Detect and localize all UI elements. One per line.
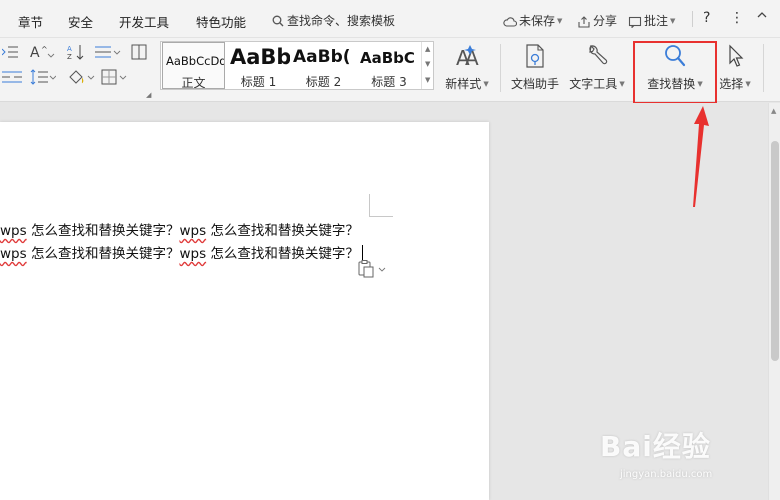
select-label: 选择 bbox=[719, 77, 744, 91]
style-sample: AaBbC bbox=[360, 49, 415, 67]
borders-icon[interactable] bbox=[101, 69, 127, 85]
style-gallery: AaBbCcDd 正文 AaBb 标题 1 AaBb( 标题 2 AaBbC 标… bbox=[160, 41, 434, 90]
new-style-icon: AA bbox=[440, 41, 494, 71]
new-style-label: 新样式 bbox=[445, 77, 482, 91]
style-label: 正文 bbox=[181, 76, 206, 89]
menu-chapter[interactable]: 章节 bbox=[18, 12, 43, 31]
divider bbox=[692, 11, 693, 27]
vertical-scrollbar[interactable]: ▲ bbox=[768, 103, 780, 500]
style-normal[interactable]: AaBbCcDd 正文 bbox=[162, 42, 225, 89]
misspelled-word: wps bbox=[179, 223, 207, 239]
style-label: 标题 2 bbox=[305, 75, 342, 89]
style-sample: AaBbCcDd bbox=[166, 54, 225, 68]
line-spacing-icon[interactable] bbox=[30, 69, 56, 85]
text-tools-label: 文字工具 bbox=[569, 77, 618, 91]
command-search-placeholder: 查找命令、搜索模板 bbox=[287, 14, 396, 28]
text-cursor bbox=[361, 245, 363, 260]
misspelled-word: wps bbox=[179, 246, 207, 262]
chevron-down-icon[interactable]: ▼ bbox=[425, 60, 430, 68]
chevron-down-icon: ▼ bbox=[483, 80, 489, 88]
chevron-up-icon[interactable]: ▲ bbox=[425, 45, 430, 53]
unsaved-label: 未保存 bbox=[519, 14, 556, 28]
text-run: 怎么查找和替换关键字？ bbox=[206, 246, 359, 262]
select-button[interactable]: 选择 ▼ bbox=[714, 41, 756, 92]
help-button[interactable]: ? bbox=[703, 10, 710, 26]
command-search[interactable]: 查找命令、搜索模板 bbox=[272, 12, 395, 29]
style-sample: AaBb( bbox=[293, 47, 351, 67]
misspelled-word: wps bbox=[0, 246, 27, 262]
watermark-url: jingyan.baidu.com bbox=[620, 469, 713, 480]
text-run: 怎么查找和替换关键字？ bbox=[206, 223, 359, 239]
chevron-down-icon: ▼ bbox=[670, 17, 676, 25]
document-text-line-2[interactable]: wps 怎么查找和替换关键字？wps 怎么查找和替换关键字？ bbox=[0, 242, 363, 262]
share-button[interactable]: 分享 bbox=[577, 12, 617, 29]
comment-icon bbox=[628, 16, 642, 29]
indent-icon[interactable] bbox=[2, 45, 18, 59]
style-label: 标题 3 bbox=[371, 75, 407, 89]
annotation-arrow bbox=[693, 106, 709, 207]
doc-helper-label: 文档助手 bbox=[510, 77, 559, 91]
paragraph-spacing-icon[interactable] bbox=[95, 45, 121, 59]
paste-options-icon[interactable] bbox=[357, 260, 387, 281]
watermark: Bai经验 jingyan.baidu.com bbox=[600, 425, 750, 485]
font-size-icon[interactable]: A ^ bbox=[30, 44, 56, 60]
svg-text:A: A bbox=[30, 45, 40, 60]
scroll-up-icon[interactable]: ▲ bbox=[771, 107, 776, 115]
chevron-down-icon: ▼ bbox=[745, 80, 751, 88]
search-icon bbox=[272, 15, 284, 27]
text-tools-button[interactable]: 文字工具 ▼ bbox=[566, 41, 628, 92]
chevron-down-icon: ▼ bbox=[557, 17, 563, 25]
expand-gallery-icon[interactable]: ▼ bbox=[425, 76, 430, 84]
menu-developer-tools[interactable]: 开发工具 bbox=[119, 12, 169, 31]
text-run: 怎么查找和替换关键字？ bbox=[26, 246, 180, 262]
new-style-button[interactable]: AA 新样式 ▼ bbox=[440, 41, 494, 92]
menu-bar: 章节 安全 开发工具 特色功能 查找命令、搜索模板 未保存 ▼ 分享 批注 ▼ ? … bbox=[0, 0, 780, 38]
svg-text:A: A bbox=[67, 45, 72, 53]
more-button[interactable]: ⋮ bbox=[730, 10, 744, 26]
table-border-icon[interactable] bbox=[131, 44, 147, 60]
svg-text:^: ^ bbox=[41, 45, 48, 54]
style-gallery-scroll[interactable]: ▲ ▼ ▼ bbox=[421, 42, 433, 89]
watermark-logo: Bai经验 bbox=[600, 430, 711, 463]
style-sample: AaBb bbox=[230, 45, 290, 69]
comment-button[interactable]: 批注 ▼ bbox=[628, 12, 675, 29]
style-heading-1[interactable]: AaBb 标题 1 bbox=[227, 42, 290, 89]
doc-helper-button[interactable]: 文档助手 bbox=[506, 41, 564, 92]
share-icon bbox=[578, 16, 590, 28]
chevron-up-icon bbox=[757, 12, 767, 18]
paragraph-dialog-launcher-icon[interactable]: ◢ bbox=[146, 91, 151, 99]
misspelled-word: wps bbox=[0, 223, 27, 239]
style-heading-3[interactable]: AaBbC 标题 3 bbox=[357, 42, 421, 89]
margin-marker bbox=[369, 194, 370, 216]
find-replace-highlight bbox=[633, 41, 717, 104]
menu-special-features[interactable]: 特色功能 bbox=[196, 12, 246, 31]
divider bbox=[500, 44, 501, 92]
cursor-arrow-icon bbox=[714, 41, 756, 71]
scrollbar-thumb[interactable] bbox=[771, 141, 779, 361]
svg-text:Z: Z bbox=[67, 53, 72, 60]
wrench-icon bbox=[566, 41, 628, 71]
chevron-down-icon: ▼ bbox=[619, 80, 625, 88]
menu-security[interactable]: 安全 bbox=[68, 12, 93, 31]
column-layout-icon[interactable] bbox=[2, 70, 22, 84]
doc-helper-icon bbox=[506, 41, 564, 71]
style-label: 标题 1 bbox=[240, 75, 277, 89]
unsaved-status[interactable]: 未保存 ▼ bbox=[503, 12, 562, 29]
cloud-icon bbox=[503, 17, 518, 27]
document-page[interactable]: wps 怎么查找和替换关键字？wps 怎么查找和替换关键字？ wps 怎么查找和… bbox=[0, 122, 489, 500]
style-heading-2[interactable]: AaBb( 标题 2 bbox=[292, 42, 355, 89]
sort-icon[interactable]: AZ bbox=[67, 44, 85, 60]
divider bbox=[763, 44, 764, 92]
collapse-ribbon-button[interactable] bbox=[756, 7, 770, 21]
text-run: 怎么查找和替换关键字？ bbox=[26, 223, 180, 239]
margin-marker bbox=[369, 216, 393, 217]
share-label: 分享 bbox=[593, 14, 618, 28]
shading-icon[interactable] bbox=[67, 69, 95, 85]
document-text-line-1[interactable]: wps 怎么查找和替换关键字？wps 怎么查找和替换关键字？ bbox=[0, 219, 359, 239]
comment-label: 批注 bbox=[644, 14, 669, 28]
